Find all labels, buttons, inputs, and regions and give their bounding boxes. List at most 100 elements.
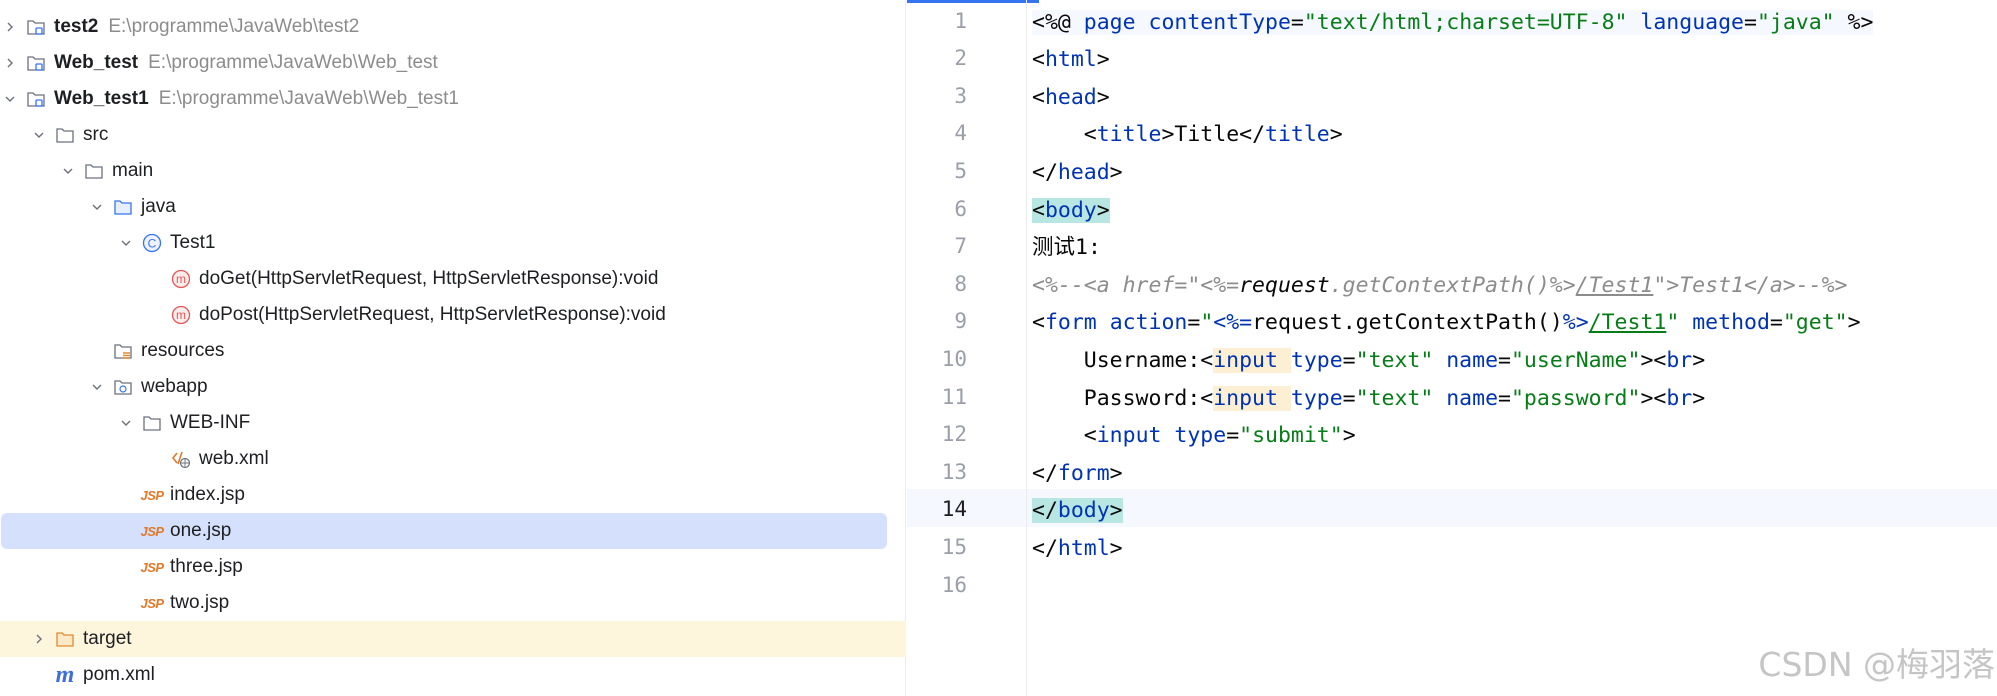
code-line-6[interactable]: <body> xyxy=(1032,192,1110,230)
tree-item-label: pom.xml xyxy=(83,664,155,685)
line-number: 11 xyxy=(941,385,967,409)
chevron-down-icon[interactable] xyxy=(87,369,107,405)
line-number: 13 xyxy=(941,460,967,484)
line-number: 3 xyxy=(954,84,967,108)
chevron-down-icon[interactable] xyxy=(87,189,107,225)
code-line-2[interactable]: <html> xyxy=(1032,41,1110,79)
tree-item-web-inf[interactable]: WEB-INF xyxy=(0,405,906,441)
line-number: 5 xyxy=(954,159,967,183)
tree-item-web-xml[interactable]: web.xml xyxy=(0,441,906,477)
jsp-file-icon: JSP xyxy=(140,523,164,539)
module-path: E:\programme\JavaWeb\Web_test1 xyxy=(158,88,459,109)
line-number: 15 xyxy=(941,535,967,559)
chevron-down-icon[interactable] xyxy=(29,117,49,153)
source-folder-icon xyxy=(113,197,133,217)
tree-item-index-jsp[interactable]: JSP index.jsp xyxy=(0,477,906,513)
tree-item-two-jsp[interactable]: JSP two.jsp xyxy=(0,585,906,621)
line-number: 4 xyxy=(954,121,967,145)
code-line-9[interactable]: <form action="<%=request.getContextPath(… xyxy=(1032,304,1861,342)
jsp-file-icon: JSP xyxy=(140,487,164,503)
code-line-7[interactable]: 测试1: xyxy=(1032,229,1101,267)
chevron-down-icon[interactable] xyxy=(116,225,136,261)
code-line-11[interactable]: Password:<input type="text" name="passwo… xyxy=(1032,380,1705,418)
tree-item-web-test1[interactable]: Web_test1 E:\programme\JavaWeb\Web_test1 xyxy=(0,81,906,117)
folder-icon xyxy=(84,161,104,181)
tree-item-label: main xyxy=(112,160,154,181)
class-icon: C xyxy=(142,233,162,253)
folder-icon xyxy=(142,413,162,433)
class-badge: C xyxy=(148,237,157,251)
module-folder-icon xyxy=(26,89,46,109)
tree-item-label: web.xml xyxy=(199,448,269,469)
line-number: 10 xyxy=(941,347,967,371)
tree-item-label: Test1 xyxy=(170,232,216,253)
code-line-4[interactable]: <title>Title</title> xyxy=(1032,116,1343,154)
tree-item-target[interactable]: target xyxy=(0,621,906,657)
line-number: 16 xyxy=(941,573,967,597)
line-number: 9 xyxy=(954,309,967,333)
method-icon: m xyxy=(171,305,191,325)
code-line-15[interactable]: </html> xyxy=(1032,530,1123,568)
tree-item-test2[interactable]: test2 E:\programme\JavaWeb\test2 xyxy=(0,9,906,45)
tree-item-one-jsp[interactable]: JSP one.jsp xyxy=(1,513,887,549)
line-number: 7 xyxy=(954,234,967,258)
tree-item-label: Web_test1 xyxy=(54,88,149,109)
watermark: CSDN @梅羽落 xyxy=(1758,645,1995,684)
excluded-folder-icon xyxy=(55,629,75,649)
tree-item-doget-method[interactable]: m doGet(HttpServletRequest, HttpServletR… xyxy=(0,261,906,297)
tree-item-label: Web_test xyxy=(54,52,139,73)
tree-item-three-jsp[interactable]: JSP three.jsp xyxy=(0,549,906,585)
tree-item-java[interactable]: java xyxy=(0,189,906,225)
module-folder-icon xyxy=(26,53,46,73)
line-number: 8 xyxy=(954,272,967,296)
folder-icon xyxy=(55,125,75,145)
code-editor[interactable]: 1 2 3 4 5 6 7 8 9 10 11 12 13 14 15 16 <… xyxy=(907,0,1997,696)
code-line-13[interactable]: </form> xyxy=(1032,455,1123,493)
line-number-gutter: 1 2 3 4 5 6 7 8 9 10 11 12 13 14 15 16 xyxy=(907,0,1027,696)
method-badge: m xyxy=(176,272,186,286)
line-number: 6 xyxy=(954,197,967,221)
code-line-3[interactable]: <head> xyxy=(1032,79,1110,117)
tree-item-web-test[interactable]: Web_test E:\programme\JavaWeb\Web_test xyxy=(0,45,906,81)
code-line-8[interactable]: <%--<a href="<%=request.getContextPath()… xyxy=(1032,267,1848,305)
tree-item-label: java xyxy=(141,196,176,217)
module-path: E:\programme\JavaWeb\Web_test xyxy=(148,52,438,73)
jsp-file-icon: JSP xyxy=(140,559,164,575)
tree-item-dopost-method[interactable]: m doPost(HttpServletRequest, HttpServlet… xyxy=(0,297,906,333)
module-folder-icon xyxy=(26,17,46,37)
chevron-down-icon[interactable] xyxy=(0,81,20,117)
jsp-file-icon: JSP xyxy=(140,595,164,611)
tree-item-label: WEB-INF xyxy=(170,412,251,433)
code-line-5[interactable]: </head> xyxy=(1032,154,1123,192)
tree-item-label: src xyxy=(83,124,109,145)
maven-icon: m xyxy=(55,662,75,688)
chevron-down-icon[interactable] xyxy=(116,405,136,441)
code-line-10[interactable]: Username:<input type="text" name="userNa… xyxy=(1032,342,1705,380)
line-number: 1 xyxy=(954,9,967,33)
tree-item-resources[interactable]: resources xyxy=(0,333,906,369)
chevron-right-icon[interactable] xyxy=(0,9,20,45)
code-line-14[interactable]: </body> xyxy=(1032,492,1123,530)
tree-item-label: doGet(HttpServletRequest, HttpServletRes… xyxy=(199,268,659,289)
tree-item-label: index.jsp xyxy=(170,484,245,505)
line-number: 2 xyxy=(954,46,967,70)
tree-item-src[interactable]: src xyxy=(0,117,906,153)
tree-item-label: webapp xyxy=(141,376,208,397)
chevron-right-icon[interactable] xyxy=(29,621,49,657)
tree-item-label: doPost(HttpServletRequest, HttpServletRe… xyxy=(199,304,666,325)
method-badge: m xyxy=(176,308,186,322)
code-line-1[interactable]: <%@ page contentType="text/html;charset=… xyxy=(1032,4,1874,42)
tree-item-main[interactable]: main xyxy=(0,153,906,189)
resources-folder-icon xyxy=(113,341,133,361)
tree-item-pom-xml[interactable]: m pom.xml xyxy=(0,657,906,693)
tree-item-label: one.jsp xyxy=(170,520,232,541)
tree-item-label: target xyxy=(83,628,132,649)
web-folder-icon xyxy=(113,377,133,397)
tree-item-label: resources xyxy=(141,340,225,361)
module-path: E:\programme\JavaWeb\test2 xyxy=(108,16,360,37)
tree-item-webapp[interactable]: webapp xyxy=(0,369,906,405)
tree-item-test1-class[interactable]: C Test1 xyxy=(0,225,906,261)
chevron-right-icon[interactable] xyxy=(0,45,20,81)
code-line-12[interactable]: <input type="submit"> xyxy=(1032,417,1356,455)
chevron-down-icon[interactable] xyxy=(58,153,78,189)
